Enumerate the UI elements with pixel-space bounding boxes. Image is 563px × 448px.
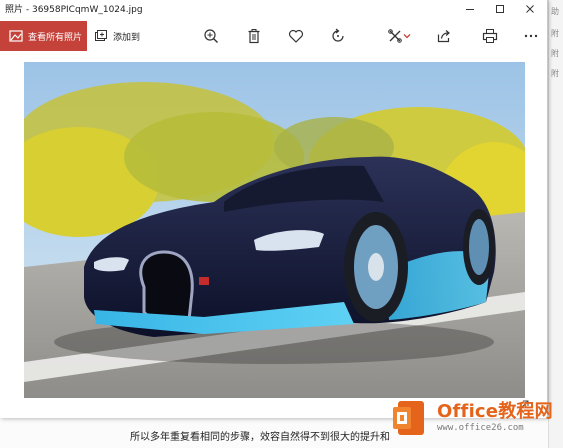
minimize-button[interactable]: [455, 0, 485, 17]
add-to-button[interactable]: 添加到: [94, 21, 140, 51]
print-icon: [482, 29, 498, 43]
add-to-album-icon: [94, 29, 108, 43]
side-text-4: 附: [551, 69, 559, 78]
toolbar: 查看所有照片 添加到: [0, 21, 547, 51]
side-text-1: 助: [551, 7, 559, 16]
rotate-button[interactable]: [328, 26, 348, 46]
maximize-icon: [496, 4, 504, 13]
photo-gallery-icon: [9, 29, 23, 43]
background-caption: 所以多年重复看相同的步骤，效容自然得不到很大的提升和: [130, 432, 390, 443]
close-button[interactable]: [515, 0, 545, 17]
see-all-photos-button[interactable]: 查看所有照片: [0, 21, 87, 51]
close-icon: [526, 4, 534, 13]
car-photo: [24, 62, 525, 398]
photo-view[interactable]: [24, 62, 525, 398]
share-icon: [437, 30, 450, 43]
dropdown-chevron-icon: [403, 34, 411, 39]
watermark-brand: Office教程网: [437, 400, 553, 422]
window-title: 照片 - 36958PICqmW_1024.jpg: [5, 5, 143, 15]
office-logo-icon: [391, 398, 431, 438]
side-text-2: 附: [551, 29, 559, 38]
favorite-heart-icon: [288, 29, 304, 43]
watermark-url: www.office26.com: [437, 422, 524, 433]
zoom-in-icon: [204, 29, 218, 43]
minimize-icon: [466, 8, 474, 10]
rotate-icon: [332, 28, 344, 42]
share-button[interactable]: [434, 26, 454, 46]
more-icon: [524, 34, 538, 38]
more-button[interactable]: [521, 26, 541, 46]
delete-icon: [248, 29, 260, 44]
favorite-button[interactable]: [286, 26, 306, 46]
add-to-label: 添加到: [113, 32, 141, 43]
zoom-button[interactable]: [201, 26, 221, 46]
background-side-panel: 助 附 附 附: [548, 0, 563, 448]
print-button[interactable]: [480, 26, 500, 46]
photos-window: 照片 - 36958PICqmW_1024.jpg 查看所有照片 添加到: [0, 0, 548, 418]
maximize-button[interactable]: [485, 0, 515, 17]
title-bar: 照片 - 36958PICqmW_1024.jpg: [0, 0, 547, 17]
edit-dropdown-button[interactable]: [401, 26, 413, 46]
see-all-photos-label: 查看所有照片: [28, 32, 83, 43]
side-text-3: 附: [551, 49, 559, 58]
watermark: Office教程网 www.office26.com: [391, 395, 557, 440]
delete-button[interactable]: [244, 26, 264, 46]
